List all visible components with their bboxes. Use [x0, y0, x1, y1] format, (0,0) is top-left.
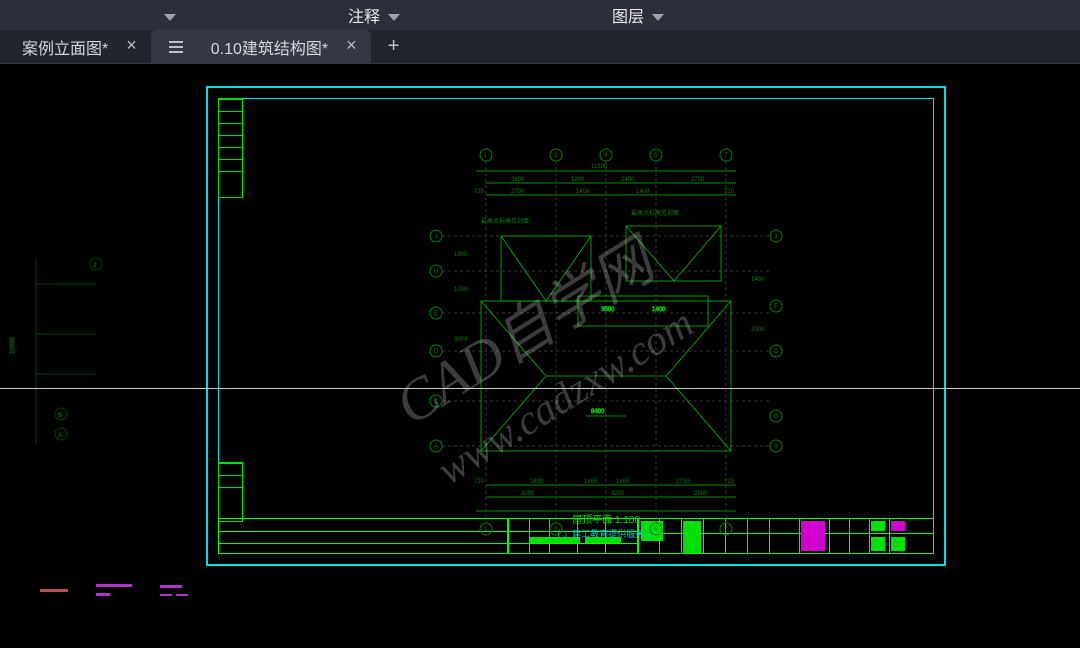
ribbon-group-annotate[interactable]: 注释 — [342, 3, 406, 27]
swatch-magenta — [96, 584, 132, 587]
drawing-viewport[interactable]: J B A 10800 — [0, 64, 1080, 648]
ribbon-group-layer[interactable]: 图层 — [606, 3, 670, 27]
note-text: 最高点标高见剖面 — [631, 209, 679, 217]
svg-text:3500: 3500 — [601, 307, 615, 313]
svg-text:720: 720 — [474, 189, 485, 195]
svg-text:2: 2 — [554, 153, 558, 159]
svg-text:1400: 1400 — [751, 277, 765, 283]
chevron-down-icon — [652, 14, 664, 21]
svg-text:1400: 1400 — [652, 307, 666, 313]
svg-text:D: D — [434, 349, 439, 355]
svg-text:F: F — [774, 304, 778, 310]
chevron-down-icon — [164, 14, 176, 21]
svg-text:1200: 1200 — [571, 177, 585, 183]
svg-text:2700: 2700 — [691, 177, 705, 183]
svg-text:1400: 1400 — [636, 189, 650, 195]
tab-structure[interactable]: 0.10建筑结构图* × — [151, 30, 371, 64]
svg-text:1000: 1000 — [454, 287, 468, 293]
chevron-down-icon — [388, 14, 400, 21]
svg-text:7: 7 — [724, 153, 728, 159]
binding-margin-bottom — [218, 462, 243, 522]
horizontal-guide-line — [0, 388, 1080, 389]
svg-text:2700: 2700 — [511, 189, 525, 195]
svg-text:2580: 2580 — [694, 491, 708, 497]
svg-text:3200: 3200 — [521, 491, 535, 497]
tab-bar: 案例立面图* × 0.10建筑结构图* × + — [0, 30, 1080, 64]
tab-label: 0.10建筑结构图* — [211, 35, 328, 59]
rib-label: 图层 — [612, 3, 644, 27]
svg-text:720: 720 — [474, 479, 485, 485]
svg-text:7: 7 — [724, 527, 728, 533]
svg-text:3600: 3600 — [511, 177, 525, 183]
svg-text:1400: 1400 — [576, 189, 590, 195]
svg-text:2400: 2400 — [621, 177, 635, 183]
ribbon: 注释 图层 — [0, 0, 1080, 30]
note-text: 最高点标高见剖面 — [481, 217, 529, 225]
title-sub: （ 』建工教育提供服务 』） — [552, 528, 661, 541]
svg-text:2000: 2000 — [751, 327, 765, 333]
dim-text: 10800 — [10, 337, 16, 354]
grid-bubble-B: B — [58, 413, 62, 419]
close-icon[interactable]: × — [346, 35, 357, 56]
grid-bubble-J: J — [93, 263, 96, 269]
svg-text:4: 4 — [604, 153, 608, 159]
svg-text:1400: 1400 — [616, 479, 630, 485]
svg-text:3000: 3000 — [454, 337, 468, 343]
tab-elevation[interactable]: 案例立面图* × — [4, 30, 151, 64]
hamburger-icon — [169, 41, 183, 53]
tab-label: 案例立面图* — [22, 35, 108, 59]
svg-text:4200: 4200 — [611, 491, 625, 497]
rib-label: 注释 — [348, 3, 380, 27]
grid-bubble-A: A — [58, 433, 62, 439]
svg-text:1900: 1900 — [454, 252, 468, 258]
svg-text:J: J — [434, 234, 437, 240]
svg-text:1800: 1800 — [530, 479, 544, 485]
dim-overall-x: 11580 — [591, 164, 608, 170]
svg-text:D: D — [774, 349, 779, 355]
svg-text:H: H — [434, 269, 438, 275]
svg-text:B: B — [774, 414, 778, 420]
offscreen-drawing-fragment: J B A 10800 — [6, 254, 106, 474]
new-tab-button[interactable]: + — [377, 34, 411, 60]
svg-text:2700: 2700 — [676, 479, 690, 485]
ribbon-group-draw[interactable] — [150, 10, 182, 21]
svg-text:J: J — [774, 234, 777, 240]
swatch-magenta — [160, 585, 182, 588]
drawing-title: 屋顶平面 1:100 （ 』建工教育提供服务 』） — [552, 514, 661, 541]
roof-plan: 1 2 4 5 7 1 2 5 7 J H E D C A — [426, 141, 786, 541]
title-main: 屋顶平面 1:100 — [552, 514, 661, 528]
close-icon[interactable]: × — [126, 35, 137, 56]
status-swatches — [40, 584, 188, 596]
swatch-red — [40, 589, 68, 592]
svg-text:A: A — [434, 444, 438, 450]
swatch-pair — [160, 594, 188, 596]
grid-lines — [442, 161, 770, 523]
svg-text:E: E — [434, 311, 438, 317]
svg-text:C: C — [434, 399, 439, 405]
plus-icon: + — [388, 35, 400, 58]
binding-margin-top — [218, 98, 243, 198]
svg-text:8400: 8400 — [591, 409, 605, 415]
svg-text:A: A — [774, 444, 778, 450]
drawing-sheet: 1 2 4 5 7 1 2 5 7 J H E D C A — [206, 86, 946, 566]
svg-text:1400: 1400 — [584, 479, 598, 485]
svg-text:1: 1 — [484, 153, 488, 159]
svg-text:1: 1 — [484, 527, 488, 533]
svg-text:5: 5 — [654, 153, 658, 159]
swatch-magenta-small — [96, 593, 110, 596]
